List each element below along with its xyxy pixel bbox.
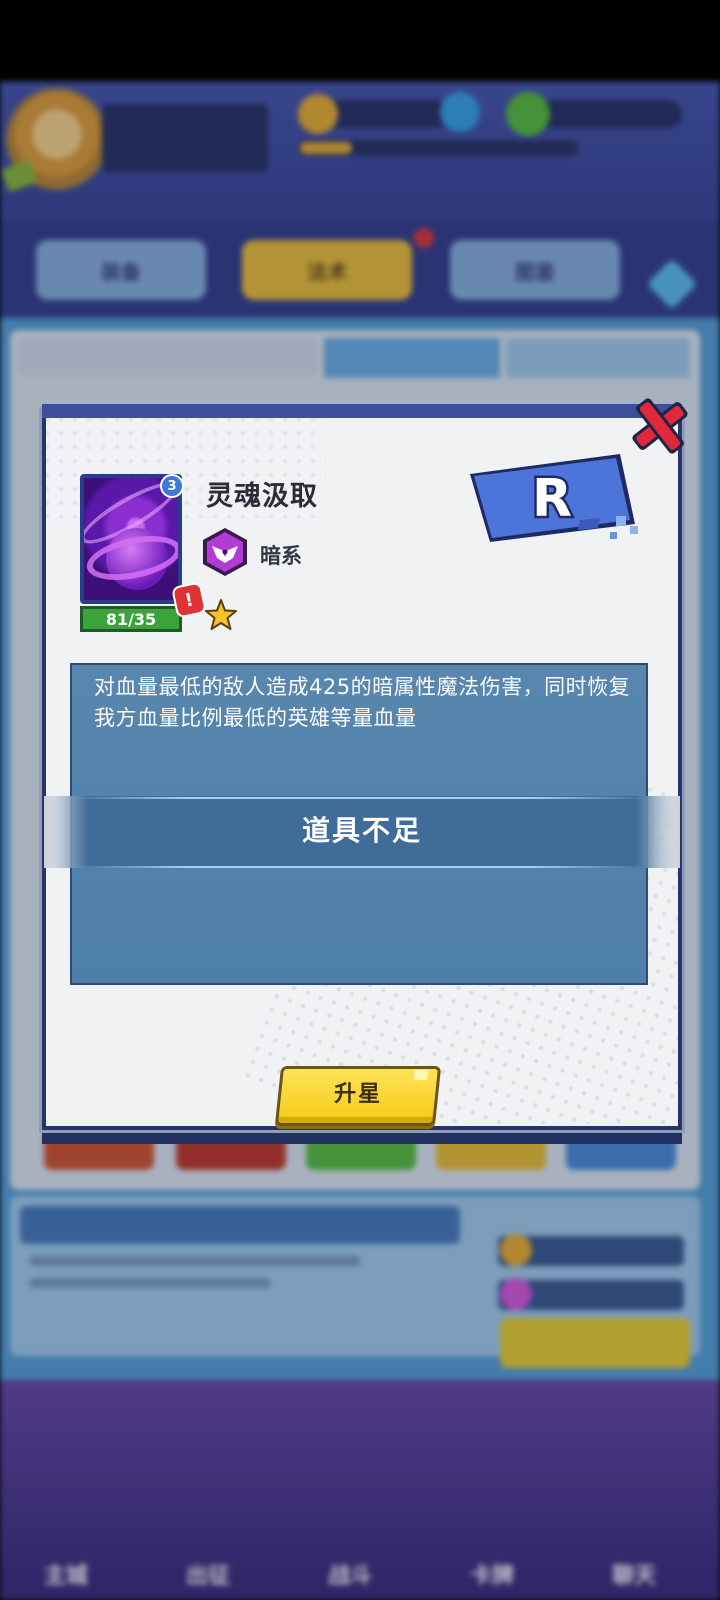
card-count-bar: 81/35 <box>80 606 182 632</box>
skill-name: 灵魂汲取 <box>206 481 318 512</box>
dark-element-icon <box>203 528 247 576</box>
status-bar-area <box>0 0 720 82</box>
rarity-letter: R <box>532 469 572 529</box>
element-label: 暗系 <box>260 544 302 568</box>
skill-level-badge: 3 <box>160 474 184 498</box>
star-icon <box>205 599 237 630</box>
rarity-badge: R <box>470 454 638 542</box>
toast-bottom-line <box>70 866 648 868</box>
toast-message: 道具不足 <box>301 814 422 847</box>
close-x-icon[interactable] <box>625 395 695 457</box>
button-shine <box>413 1070 429 1080</box>
toast-top-line <box>70 797 648 799</box>
exclamation-icon: ! <box>173 583 205 617</box>
modal-top-border <box>42 404 682 418</box>
upgrade-star-label: 升星 <box>334 1082 383 1107</box>
skill-description: 对血量最低的敌人造成425的暗属性魔法伤害，同时恢复我方血量比例最低的英雄等量血… <box>94 675 631 730</box>
